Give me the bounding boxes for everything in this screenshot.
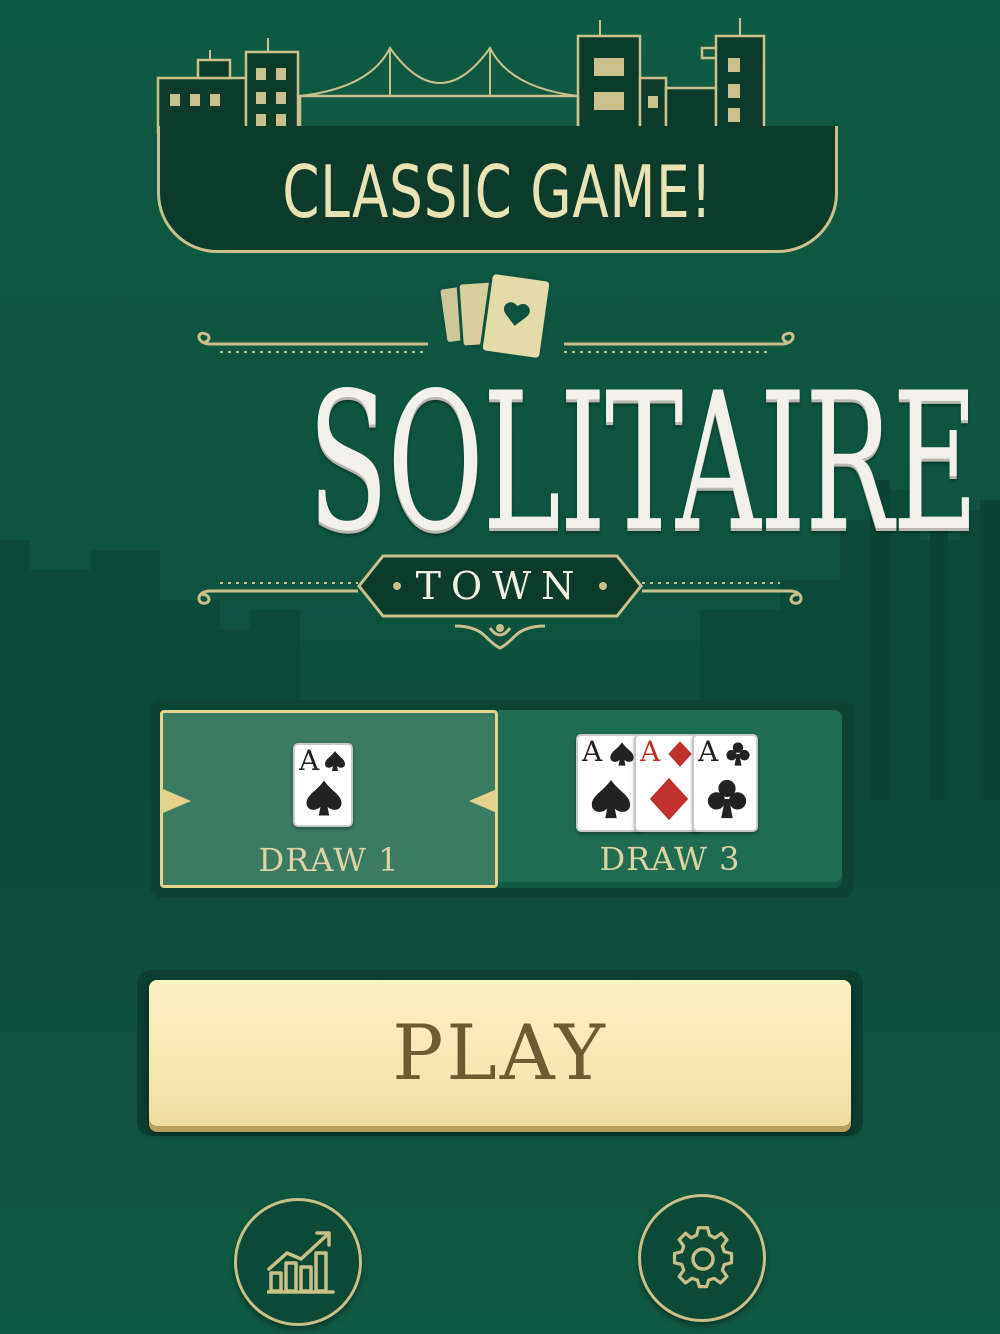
play-button-label: PLAY	[392, 1008, 608, 1097]
spade-icon	[610, 742, 634, 766]
ornament-right-bottom	[642, 582, 803, 605]
spade-icon	[591, 779, 631, 819]
draw-3-label: DRAW 3	[599, 840, 741, 878]
card-rank: A	[299, 744, 320, 777]
gear-icon	[672, 1226, 734, 1289]
draw-1-label: DRAW 1	[258, 841, 400, 879]
card-rank: A	[640, 735, 661, 768]
draw-3-option[interactable]: A A A DRAW 3	[498, 710, 842, 888]
play-button[interactable]: PLAY	[149, 980, 851, 1126]
logo-cards-icon	[438, 272, 553, 361]
statistics-button[interactable]	[234, 1198, 362, 1326]
diamond-icon	[668, 741, 692, 767]
banner-city-illustration	[156, 18, 766, 134]
club-icon	[726, 742, 750, 766]
ace-of-clubs-card: A	[692, 734, 758, 832]
ace-of-spades-card: A	[576, 734, 642, 832]
game-title: SOLITAIRE	[307, 352, 979, 573]
card-rank: A	[698, 735, 719, 768]
bar-chart-trend-icon	[267, 1231, 335, 1294]
club-icon	[707, 779, 747, 819]
ace-of-diamonds-card: A	[634, 734, 700, 832]
spade-icon	[325, 751, 345, 771]
ornament-flourish	[454, 624, 546, 650]
card-rank: A	[582, 735, 603, 768]
banner-title: CLASSIC GAME!	[282, 150, 713, 234]
ornament-left-bottom	[197, 582, 358, 605]
game-main-menu: CLASSIC GAME! SOLITAIRE TOWN A DRAW 1 A …	[0, 0, 1000, 1334]
spade-icon	[306, 780, 342, 816]
ace-of-spades-card: A	[293, 743, 353, 827]
diamond-icon	[649, 777, 689, 821]
selected-arrow-left-icon	[163, 789, 191, 813]
game-subtitle: TOWN	[415, 564, 585, 608]
settings-button[interactable]	[638, 1194, 766, 1322]
selected-arrow-right-icon	[469, 789, 497, 813]
draw-1-option[interactable]: A DRAW 1	[160, 710, 498, 888]
